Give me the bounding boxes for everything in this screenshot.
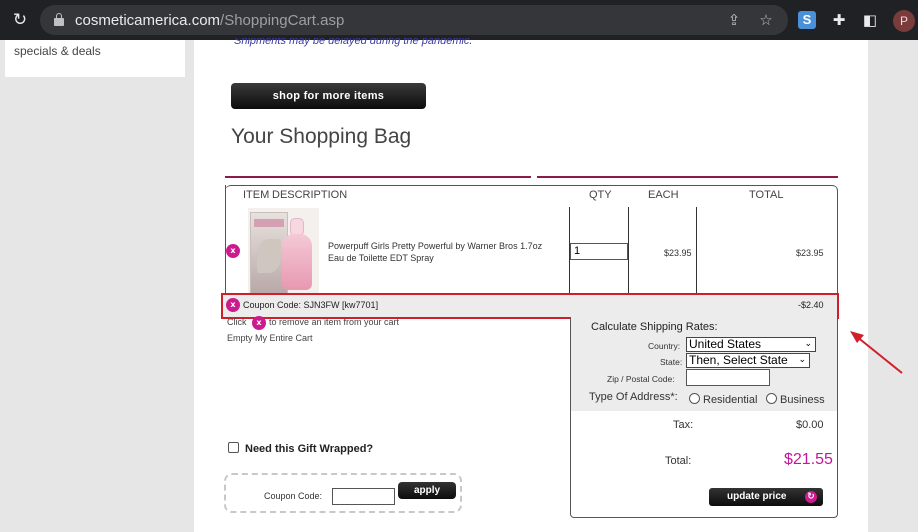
bookmark-star-icon[interactable]: ☆	[757, 11, 775, 29]
hint-prefix: Click	[227, 317, 247, 327]
country-value: United States	[689, 337, 762, 351]
sidebar-link-specials[interactable]: specials & deals	[14, 44, 101, 58]
hint-suffix: to remove an item from your cart	[269, 317, 400, 327]
annotation-arrow-icon	[850, 331, 903, 374]
url-domain: cosmeticamerica.com	[75, 12, 221, 29]
zip-input[interactable]	[686, 369, 770, 386]
header-each: EACH	[648, 189, 679, 201]
total-label: Total:	[665, 455, 692, 467]
zip-label: Zip / Postal Code:	[607, 374, 675, 384]
share-icon[interactable]: ⇪	[725, 11, 743, 29]
apply-coupon-button[interactable]: apply	[398, 482, 456, 499]
column-divider	[628, 207, 629, 297]
residential-radio[interactable]	[689, 393, 700, 404]
business-label: Business	[780, 394, 825, 406]
item-each-price: $23.95	[664, 248, 692, 258]
remove-item-button[interactable]: x	[226, 244, 240, 258]
quantity-input[interactable]: 1	[570, 243, 628, 260]
chevron-down-icon: ⌄	[804, 339, 812, 349]
address-type-label: Type Of Address*:	[589, 391, 678, 403]
header-description: DESCRIPTION	[272, 189, 348, 201]
country-label: Country:	[648, 341, 681, 351]
tax-value: $0.00	[796, 419, 824, 431]
header-item: ITEM	[243, 189, 270, 201]
side-panel-icon[interactable]: ◧	[860, 10, 880, 30]
chevron-down-icon: ⌄	[798, 355, 806, 365]
product-image[interactable]	[248, 208, 319, 297]
tax-label: Tax:	[673, 419, 694, 431]
residential-label: Residential	[703, 394, 758, 406]
reload-icon[interactable]: ↻	[10, 10, 30, 30]
divider	[537, 176, 838, 178]
state-select[interactable]: Then, Select State ⌄	[686, 353, 810, 368]
header-qty: QTY	[589, 189, 612, 201]
extension-icon[interactable]: S	[798, 11, 816, 29]
remove-hint-icon: x	[252, 316, 266, 330]
coupon-code-input[interactable]	[332, 488, 395, 505]
gift-wrap-checkbox[interactable]	[228, 442, 239, 453]
update-price-label: update price	[727, 491, 787, 502]
page-title: Your Shopping Bag	[231, 125, 412, 148]
product-name[interactable]: Powerpuff Girls Pretty Powerful by Warne…	[328, 240, 558, 264]
refresh-icon: ↻	[805, 491, 817, 503]
business-radio[interactable]	[766, 393, 777, 404]
order-total: $21.55	[784, 451, 833, 468]
item-total-price: $23.95	[796, 248, 824, 258]
highlight-box	[221, 293, 839, 319]
lock-icon[interactable]	[54, 13, 64, 26]
country-select[interactable]: United States ⌄	[686, 337, 816, 352]
gift-wrap-label[interactable]: Need this Gift Wrapped?	[245, 443, 373, 455]
profile-avatar[interactable]: P	[893, 10, 915, 32]
coupon-code-label: Coupon Code:	[264, 491, 323, 501]
url-text[interactable]: cosmeticamerica.com/ShoppingCart.asp	[75, 12, 344, 29]
shop-more-button[interactable]: shop for more items	[231, 83, 426, 109]
puzzle-extensions-icon[interactable]: ✚	[829, 10, 849, 30]
empty-cart-link[interactable]: Empty My Entire Cart	[227, 333, 313, 343]
divider	[225, 176, 531, 178]
update-price-button[interactable]: update price ↻	[709, 488, 823, 506]
browser-toolbar: ↻ cosmeticamerica.com/ShoppingCart.asp ⇪…	[0, 0, 918, 40]
address-bar[interactable]: cosmeticamerica.com/ShoppingCart.asp ⇪ ☆	[40, 5, 788, 35]
header-total: TOTAL	[749, 189, 784, 201]
state-value: Then, Select State	[689, 353, 788, 367]
sidebar: specials & deals	[5, 40, 185, 77]
state-label: State:	[660, 357, 683, 367]
url-path: /ShoppingCart.asp	[220, 12, 345, 29]
column-divider	[696, 207, 697, 297]
shipping-title: Calculate Shipping Rates:	[591, 321, 718, 333]
